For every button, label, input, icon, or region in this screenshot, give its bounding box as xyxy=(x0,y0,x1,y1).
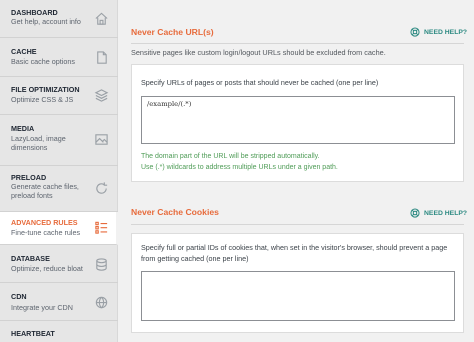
sidebar-item-subtitle: Generate cache files, preload fonts xyxy=(11,182,79,200)
list-icon xyxy=(95,221,108,234)
never-cache-urls-card: Specify URLs of pages or posts that shou… xyxy=(131,64,464,182)
sidebar-item-advanced-rules[interactable]: ADVANCED RULES Fine-tune cache rules xyxy=(0,212,118,245)
section-divider xyxy=(131,224,464,225)
field-label: Specify URLs of pages or posts that shou… xyxy=(141,78,379,87)
refresh-icon xyxy=(96,182,108,194)
sidebar-item-title: PRELOAD xyxy=(11,173,47,182)
sidebar-item-title: CDN xyxy=(11,292,27,301)
sidebar-item-subtitle: Optimize CSS & JS xyxy=(11,95,74,104)
sidebar-item-title: ADVANCED RULES xyxy=(11,218,78,227)
sidebar-item-cdn[interactable]: CDN Integrate your CDN xyxy=(0,283,118,321)
sidebar-item-title: MEDIA xyxy=(11,124,35,133)
need-help-label: NEED HELP? xyxy=(424,209,468,217)
layers-icon xyxy=(94,89,109,102)
helper-note: The domain part of the URL will be strip… xyxy=(141,153,320,160)
sidebar: DASHBOARD Get help, account info CACHE B… xyxy=(0,0,118,342)
helper-note: Use (.*) wildcards to address multiple U… xyxy=(141,164,338,171)
sidebar-item-subtitle: Optimize, reduce bloat xyxy=(11,264,83,273)
lifebuoy-icon xyxy=(410,208,420,218)
lifebuoy-icon xyxy=(410,27,420,37)
sidebar-item-subtitle: Integrate your CDN xyxy=(11,303,73,312)
section-title-never-cache-urls: Never Cache URL(s) xyxy=(131,27,214,37)
never-cache-cookies-card: Specify full or partial IDs of cookies t… xyxy=(131,233,464,333)
field-label: Specify full or partial IDs of cookies t… xyxy=(141,243,448,263)
sidebar-item-cache[interactable]: CACHE Basic cache options xyxy=(0,38,118,77)
need-help-link[interactable]: NEED HELP? xyxy=(410,27,467,37)
sidebar-item-preload[interactable]: PRELOAD Generate cache files, preload fo… xyxy=(0,166,118,212)
sidebar-item-title: HEARTBEAT xyxy=(11,329,55,338)
sidebar-item-database[interactable]: DATABASE Optimize, reduce bloat xyxy=(0,245,118,283)
sidebar-item-title: CACHE xyxy=(11,47,37,56)
cdn-icon xyxy=(95,296,108,309)
section-divider xyxy=(131,43,464,44)
sidebar-item-subtitle: Get help, account info xyxy=(11,17,81,26)
sidebar-item-media[interactable]: MEDIA LazyLoad, image dimensions xyxy=(0,115,118,166)
sidebar-item-subtitle: Basic cache options xyxy=(11,57,75,66)
sidebar-item-heartbeat[interactable]: HEARTBEAT xyxy=(0,321,118,342)
database-icon xyxy=(96,258,107,271)
section-description: Sensitive pages like custom login/logout… xyxy=(131,48,386,57)
file-icon xyxy=(97,51,107,64)
sidebar-item-title: DATABASE xyxy=(11,254,50,263)
main-content: Never Cache URL(s) NEED HELP? Sensitive … xyxy=(118,0,474,342)
sidebar-item-file-optimization[interactable]: FILE OPTIMIZATION Optimize CSS & JS xyxy=(0,77,118,115)
never-cache-urls-textarea[interactable]: /example/(.*) xyxy=(141,96,455,144)
sidebar-item-title: FILE OPTIMIZATION xyxy=(11,85,80,94)
never-cache-cookies-textarea[interactable] xyxy=(141,271,455,321)
home-icon xyxy=(95,12,108,25)
sidebar-item-subtitle: LazyLoad, image dimensions xyxy=(11,134,66,152)
section-title-never-cache-cookies: Never Cache Cookies xyxy=(131,207,219,217)
sidebar-item-title: DASHBOARD xyxy=(11,8,58,17)
image-icon xyxy=(95,134,108,145)
sidebar-item-subtitle: Fine-tune cache rules xyxy=(11,228,81,237)
sidebar-item-dashboard[interactable]: DASHBOARD Get help, account info xyxy=(0,0,118,38)
need-help-label: NEED HELP? xyxy=(424,28,468,36)
need-help-link[interactable]: NEED HELP? xyxy=(410,208,467,218)
